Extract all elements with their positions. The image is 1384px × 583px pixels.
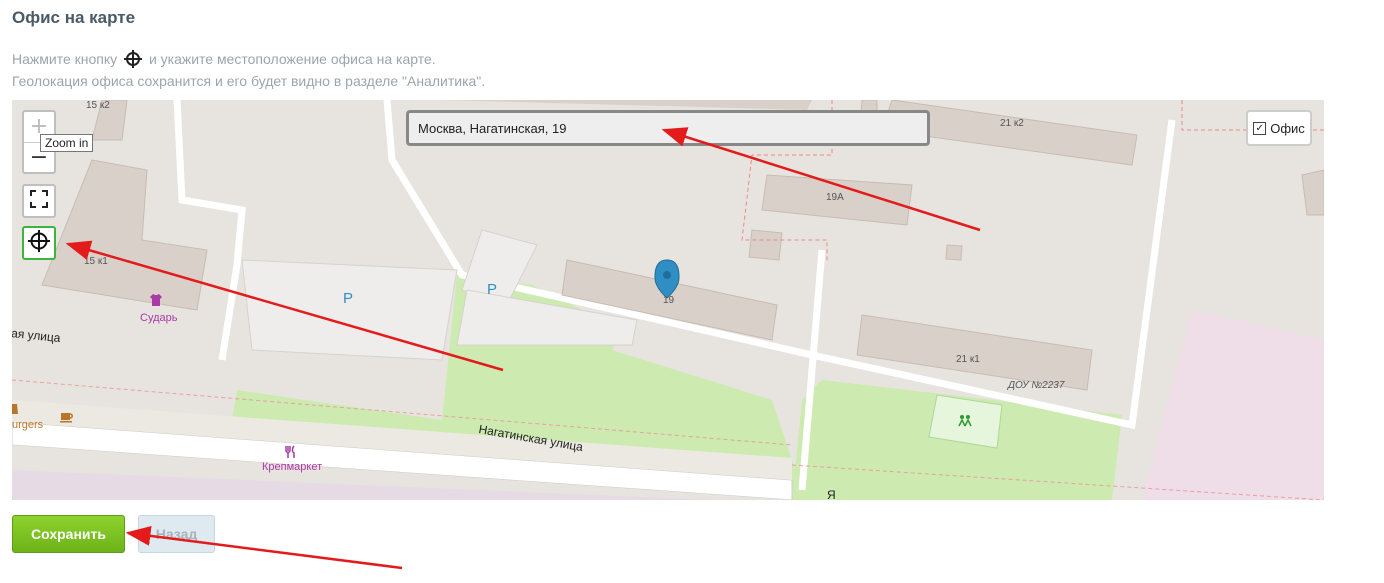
parking-label: P [487, 281, 498, 298]
hint-text-before: Нажмите кнопку [12, 51, 118, 67]
hint-line-1: Нажмите кнопку и укажите местоположение … [12, 50, 436, 71]
street-label: Я [827, 488, 836, 500]
parking-label: P [343, 290, 354, 307]
locate-office-button[interactable] [22, 226, 56, 260]
page-title: Офис на карте [12, 8, 136, 27]
zoom-in-tooltip: Zoom in [40, 134, 94, 152]
building-label: 21 к1 [956, 354, 980, 365]
address-search [406, 110, 930, 146]
hint-text-after: и укажите местоположение офиса на карте. [148, 51, 436, 67]
playground-icon [958, 413, 972, 432]
office-toggle-label: Офис [1270, 120, 1305, 136]
poi-label: urgers [12, 419, 44, 431]
office-layer-toggle[interactable]: ✓ Офис [1246, 110, 1312, 146]
map[interactable]: 15 к2 15 к1 21 к2 19А 19 21 к1 ДОУ №2237… [12, 100, 1324, 500]
building-label: 19 [663, 295, 675, 306]
building-label: 15 к2 [86, 100, 110, 111]
building-label: 15 к1 [84, 256, 108, 267]
cafe-icon [60, 410, 74, 428]
crosshair-icon [27, 229, 51, 258]
building-label: 21 к2 [1000, 118, 1024, 129]
address-search-input[interactable] [409, 113, 927, 143]
back-button[interactable]: Назад [138, 515, 215, 553]
hint-line-2: Геолокация офиса сохранится и его будет … [12, 73, 486, 89]
crosshair-icon [124, 50, 143, 71]
clothes-shop-icon [149, 293, 163, 312]
building-label: 19А [826, 192, 844, 203]
fullscreen-button[interactable] [22, 184, 56, 218]
save-button[interactable]: Сохранить [12, 515, 125, 553]
restaurant-icon [284, 445, 298, 464]
fullscreen-icon [30, 189, 48, 213]
office-checkbox[interactable]: ✓ [1253, 121, 1267, 135]
poi-label: Сударь [140, 312, 178, 324]
building-label: ДОУ №2237 [1008, 380, 1065, 391]
fastfood-icon [12, 402, 20, 420]
